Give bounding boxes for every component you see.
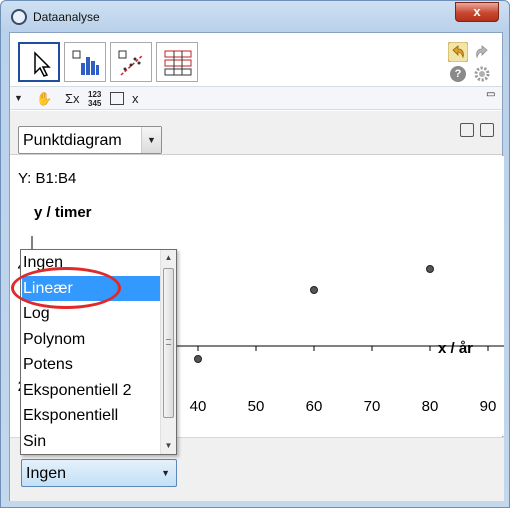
regression-option[interactable]: Eksponentiell [22,403,160,428]
data-point [310,286,318,294]
scroll-thumb[interactable] [163,268,174,418]
plot-type-select[interactable]: Punktdiagram ▼ [18,126,162,154]
title-bar[interactable]: Dataanalyse x [1,1,509,31]
x-tick-label: 80 [422,398,439,415]
app-logo-icon [11,9,27,25]
table-compare-icon [164,50,192,76]
x-variable-button[interactable]: x [132,91,139,106]
histogram-tool-button[interactable] [64,42,106,82]
expand-triangle-icon[interactable]: ▼ [14,93,23,103]
x-tick-label: 60 [306,398,323,415]
x-tick-label: 90 [480,398,497,415]
redo-icon[interactable] [472,42,492,62]
x-axis-label: x / år [438,340,474,357]
x-tick-label: 50 [248,398,265,415]
toolbar: ? [10,33,502,85]
back-panel-icon[interactable] [460,123,474,137]
cursor-arrow-icon [34,51,51,77]
chevron-down-icon: ▼ [161,468,170,478]
regression-option[interactable]: Polynom [22,327,160,352]
statistics-button[interactable]: 123 345 [88,90,101,108]
two-variable-tool-button[interactable] [156,42,198,82]
stats-subtoolbar: ▼ ✋ Σx 123 345 x ▭ [10,86,502,110]
move-tool-button[interactable] [18,42,60,82]
x-tick-label: 40 [190,398,207,415]
gear-icon[interactable] [473,65,491,83]
scatter-tool-button[interactable] [110,42,152,82]
bar-histogram-icon [72,50,99,75]
regression-option[interactable]: Eksponentiell 2 [22,378,160,403]
dropdown-scrollbar[interactable]: ▲ ▼ [160,250,176,454]
data-point [194,355,202,363]
scatter-regression-icon [118,50,144,76]
regression-select[interactable]: Ingen ▼ [21,459,177,487]
minimize-panel-icon[interactable]: ▭ [486,89,495,100]
close-button[interactable]: x [455,2,499,22]
popout-window-icon[interactable] [480,123,494,137]
scroll-down-icon[interactable]: ▼ [161,438,176,454]
data-table-icon[interactable] [110,92,124,105]
hand-drag-icon[interactable]: ✋ [36,91,52,107]
data-point [426,265,434,273]
x-tick-label: 70 [364,398,381,415]
plot-type-value: Punktdiagram [23,132,122,149]
annotation-circle [11,267,121,309]
undo-icon[interactable] [448,42,468,62]
chevron-down-icon: ▼ [141,127,161,153]
regression-option[interactable]: Potens [22,352,160,377]
scroll-up-icon[interactable]: ▲ [161,250,176,266]
regression-value: Ingen [26,465,67,482]
window-title: Dataanalyse [33,10,100,24]
plot-header: Punktdiagram ▼ [10,111,502,155]
help-icon[interactable]: ? [450,66,466,82]
regression-option[interactable]: Sin [22,429,160,454]
sum-button[interactable]: Σx [65,91,80,106]
app-window: Dataanalyse x ? ▼ ✋ Σx 123 345 x ▭ Punkt… [0,0,510,508]
